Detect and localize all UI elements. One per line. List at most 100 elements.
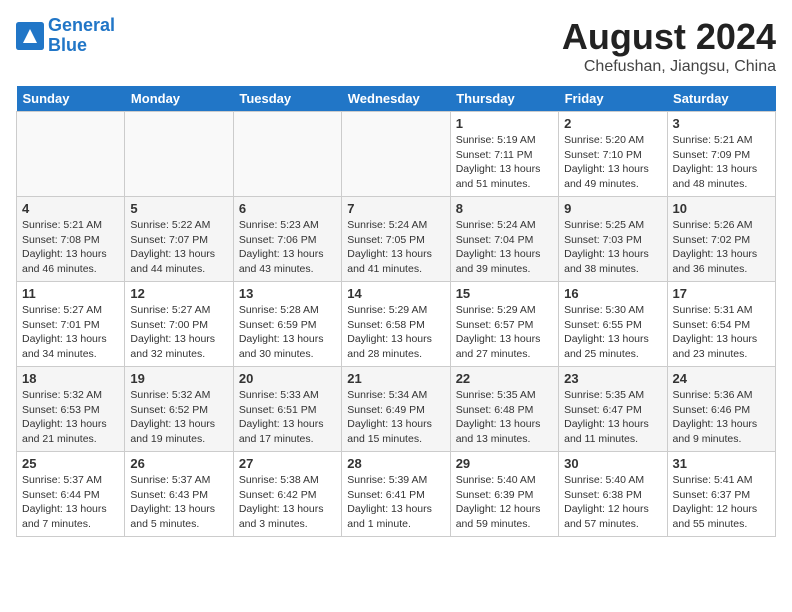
day-info: Sunrise: 5:40 AM Sunset: 6:39 PM Dayligh… [456, 473, 553, 532]
day-cell: 22Sunrise: 5:35 AM Sunset: 6:48 PM Dayli… [450, 367, 558, 452]
day-number: 20 [239, 371, 336, 386]
day-number: 7 [347, 201, 444, 216]
day-cell: 9Sunrise: 5:25 AM Sunset: 7:03 PM Daylig… [559, 197, 667, 282]
day-info: Sunrise: 5:41 AM Sunset: 6:37 PM Dayligh… [673, 473, 770, 532]
day-number: 3 [673, 116, 770, 131]
calendar-table: SundayMondayTuesdayWednesdayThursdayFrid… [16, 86, 776, 537]
day-info: Sunrise: 5:24 AM Sunset: 7:04 PM Dayligh… [456, 218, 553, 277]
day-number: 22 [456, 371, 553, 386]
day-cell: 27Sunrise: 5:38 AM Sunset: 6:42 PM Dayli… [233, 452, 341, 537]
day-cell: 3 Sunrise: 5:21 AM Sunset: 7:09 PM Daylig… [667, 112, 775, 197]
day-info: Sunrise: 5:35 AM Sunset: 6:47 PM Dayligh… [564, 388, 661, 447]
day-cell [125, 112, 233, 197]
day-cell: 31Sunrise: 5:41 AM Sunset: 6:37 PM Dayli… [667, 452, 775, 537]
day-header-tuesday: Tuesday [233, 86, 341, 112]
day-info: Sunrise: 5:36 AM Sunset: 6:46 PM Dayligh… [673, 388, 770, 447]
day-cell: 12Sunrise: 5:27 AM Sunset: 7:00 PM Dayli… [125, 282, 233, 367]
day-number: 8 [456, 201, 553, 216]
day-info: Sunrise: 5:32 AM Sunset: 6:53 PM Dayligh… [22, 388, 119, 447]
day-cell: 10 Sunrise: 5:26 AM Sunset: 7:02 PM Dayli… [667, 197, 775, 282]
day-cell: 17 Sunrise: 5:31 AM Sunset: 6:54 PM Dayli… [667, 282, 775, 367]
day-info: Sunrise: 5:29 AM Sunset: 6:58 PM Dayligh… [347, 303, 444, 362]
day-cell: 29Sunrise: 5:40 AM Sunset: 6:39 PM Dayli… [450, 452, 558, 537]
calendar-title: August 2024 [562, 16, 776, 58]
day-cell: 6 Sunrise: 5:23 AM Sunset: 7:06 PM Daylig… [233, 197, 341, 282]
day-cell: 8 Sunrise: 5:24 AM Sunset: 7:04 PM Daylig… [450, 197, 558, 282]
day-info: Sunrise: 5:28 AM Sunset: 6:59 PM Dayligh… [239, 303, 336, 362]
day-number: 5 [130, 201, 227, 216]
day-number: 6 [239, 201, 336, 216]
day-cell: 24Sunrise: 5:36 AM Sunset: 6:46 PM Dayli… [667, 367, 775, 452]
day-info: Sunrise: 5:21 AM Sunset: 7:08 PM Dayligh… [22, 218, 119, 277]
day-number: 15 [456, 286, 553, 301]
day-cell: 28 Sunrise: 5:39 AM Sunset: 6:41 PM Dayli… [342, 452, 450, 537]
week-row-4: 18 Sunrise: 5:32 AM Sunset: 6:53 PM Dayli… [17, 367, 776, 452]
day-cell: 13 Sunrise: 5:28 AM Sunset: 6:59 PM Dayli… [233, 282, 341, 367]
day-info: Sunrise: 5:32 AM Sunset: 6:52 PM Dayligh… [130, 388, 227, 447]
day-header-monday: Monday [125, 86, 233, 112]
day-info: Sunrise: 5:31 AM Sunset: 6:54 PM Dayligh… [673, 303, 770, 362]
day-number: 26 [130, 456, 227, 471]
day-number: 16 [564, 286, 661, 301]
day-info: Sunrise: 5:38 AM Sunset: 6:42 PM Dayligh… [239, 473, 336, 532]
day-number: 1 [456, 116, 553, 131]
day-cell: 30Sunrise: 5:40 AM Sunset: 6:38 PM Dayli… [559, 452, 667, 537]
day-info: Sunrise: 5:37 AM Sunset: 6:44 PM Dayligh… [22, 473, 119, 532]
day-cell: 5 Sunrise: 5:22 AM Sunset: 7:07 PM Daylig… [125, 197, 233, 282]
week-row-2: 4 Sunrise: 5:21 AM Sunset: 7:08 PM Daylig… [17, 197, 776, 282]
day-number: 4 [22, 201, 119, 216]
day-number: 25 [22, 456, 119, 471]
day-number: 21 [347, 371, 444, 386]
day-cell: 14 Sunrise: 5:29 AM Sunset: 6:58 PM Dayli… [342, 282, 450, 367]
day-header-friday: Friday [559, 86, 667, 112]
day-cell: 15 Sunrise: 5:29 AM Sunset: 6:57 PM Dayli… [450, 282, 558, 367]
day-info: Sunrise: 5:34 AM Sunset: 6:49 PM Dayligh… [347, 388, 444, 447]
day-number: 11 [22, 286, 119, 301]
day-cell: 23 Sunrise: 5:35 AM Sunset: 6:47 PM Dayli… [559, 367, 667, 452]
day-info: Sunrise: 5:23 AM Sunset: 7:06 PM Dayligh… [239, 218, 336, 277]
day-number: 18 [22, 371, 119, 386]
day-cell: 7 Sunrise: 5:24 AM Sunset: 7:05 PM Daylig… [342, 197, 450, 282]
day-info: Sunrise: 5:27 AM Sunset: 7:00 PM Dayligh… [130, 303, 227, 362]
day-cell: 19Sunrise: 5:32 AM Sunset: 6:52 PM Dayli… [125, 367, 233, 452]
day-cell: 26 Sunrise: 5:37 AM Sunset: 6:43 PM Dayli… [125, 452, 233, 537]
day-number: 13 [239, 286, 336, 301]
day-cell [233, 112, 341, 197]
day-number: 10 [673, 201, 770, 216]
day-info: Sunrise: 5:20 AM Sunset: 7:10 PM Dayligh… [564, 133, 661, 192]
day-cell: 25 Sunrise: 5:37 AM Sunset: 6:44 PM Dayli… [17, 452, 125, 537]
day-info: Sunrise: 5:22 AM Sunset: 7:07 PM Dayligh… [130, 218, 227, 277]
day-number: 17 [673, 286, 770, 301]
day-info: Sunrise: 5:24 AM Sunset: 7:05 PM Dayligh… [347, 218, 444, 277]
day-cell: 18 Sunrise: 5:32 AM Sunset: 6:53 PM Dayli… [17, 367, 125, 452]
day-cell: 21 Sunrise: 5:34 AM Sunset: 6:49 PM Dayli… [342, 367, 450, 452]
day-header-saturday: Saturday [667, 86, 775, 112]
day-info: Sunrise: 5:37 AM Sunset: 6:43 PM Dayligh… [130, 473, 227, 532]
day-header-sunday: Sunday [17, 86, 125, 112]
day-info: Sunrise: 5:21 AM Sunset: 7:09 PM Dayligh… [673, 133, 770, 192]
title-block: August 2024 Chefushan, Jiangsu, China [562, 16, 776, 76]
day-number: 23 [564, 371, 661, 386]
week-row-5: 25 Sunrise: 5:37 AM Sunset: 6:44 PM Dayli… [17, 452, 776, 537]
logo: General Blue [16, 16, 115, 56]
day-info: Sunrise: 5:27 AM Sunset: 7:01 PM Dayligh… [22, 303, 119, 362]
day-number: 2 [564, 116, 661, 131]
calendar-subtitle: Chefushan, Jiangsu, China [562, 58, 776, 76]
day-info: Sunrise: 5:39 AM Sunset: 6:41 PM Dayligh… [347, 473, 444, 532]
day-info: Sunrise: 5:25 AM Sunset: 7:03 PM Dayligh… [564, 218, 661, 277]
day-number: 14 [347, 286, 444, 301]
day-info: Sunrise: 5:26 AM Sunset: 7:02 PM Dayligh… [673, 218, 770, 277]
day-info: Sunrise: 5:30 AM Sunset: 6:55 PM Dayligh… [564, 303, 661, 362]
day-info: Sunrise: 5:29 AM Sunset: 6:57 PM Dayligh… [456, 303, 553, 362]
day-header-wednesday: Wednesday [342, 86, 450, 112]
logo-line2: Blue [48, 35, 87, 55]
logo-text: General Blue [48, 16, 115, 56]
day-header-thursday: Thursday [450, 86, 558, 112]
day-number: 28 [347, 456, 444, 471]
logo-line1: General [48, 15, 115, 35]
day-cell: 16 Sunrise: 5:30 AM Sunset: 6:55 PM Dayli… [559, 282, 667, 367]
day-cell [342, 112, 450, 197]
day-cell: 1Sunrise: 5:19 AM Sunset: 7:11 PM Daylig… [450, 112, 558, 197]
day-info: Sunrise: 5:33 AM Sunset: 6:51 PM Dayligh… [239, 388, 336, 447]
page-header: General Blue August 2024 Chefushan, Jian… [16, 16, 776, 76]
